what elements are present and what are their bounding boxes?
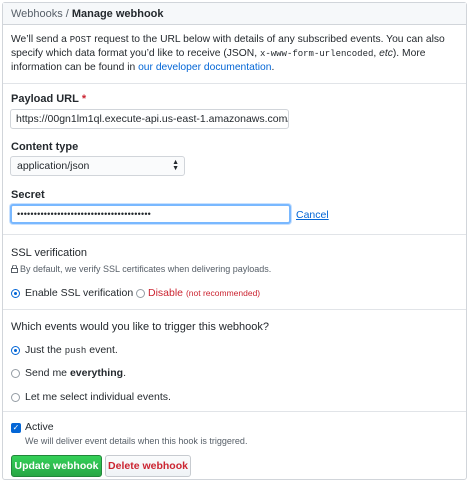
events-push-code: push <box>64 346 87 356</box>
events-everything-prefix: Send me <box>25 367 70 379</box>
ssl-enable-radio[interactable] <box>11 289 20 298</box>
breadcrumb-separator: / <box>65 8 69 20</box>
events-push-prefix: Just the <box>25 344 65 356</box>
section-divider <box>3 234 466 235</box>
ssl-disable-label: Disable <box>148 287 184 299</box>
section-divider <box>3 309 466 310</box>
events-individual-radio[interactable] <box>11 393 20 402</box>
payload-url-label: Payload URL * <box>11 93 86 105</box>
content-type-label: Content type <box>11 141 79 153</box>
section-divider <box>3 83 466 84</box>
checkmark-icon: ✓ <box>12 423 20 432</box>
events-everything-radio[interactable] <box>11 369 20 378</box>
payload-url-input[interactable]: https://00gn1lm1ql.execute-api.us-east-1… <box>10 109 289 129</box>
events-push-label[interactable]: Just the push event. <box>25 344 118 356</box>
select-arrows-icon: ▲ ▼ <box>172 159 179 172</box>
active-label[interactable]: Active <box>25 421 54 433</box>
intro-text: We’ll send a POST request to the URL bel… <box>11 33 459 75</box>
active-description: We will deliver event details when this … <box>25 436 248 446</box>
secret-input[interactable]: •••••••••••••••••••••••••••••••••••••••• <box>10 204 291 224</box>
ssl-description: By default, we verify SSL certificates w… <box>11 264 271 274</box>
ssl-disable-note: (not recommended) <box>185 288 261 298</box>
ssl-verification-title: SSL verification <box>11 247 88 259</box>
breadcrumb-webhooks-link[interactable]: Webhooks <box>11 8 63 20</box>
active-checkbox[interactable]: ✓ <box>11 423 21 433</box>
intro-code-form: x-www-form-urlencoded <box>259 49 374 59</box>
required-marker: * <box>81 93 87 105</box>
secret-cancel-link[interactable]: Cancel <box>296 209 329 221</box>
delete-webhook-button[interactable]: Delete webhook <box>105 455 191 477</box>
intro-text-part: . <box>271 62 275 73</box>
events-everything-bold: everything <box>69 367 124 379</box>
update-webhook-button[interactable]: Update webhook <box>11 455 102 477</box>
ssl-description-text: By default, we verify SSL certificates w… <box>20 264 272 274</box>
ssl-enable-label[interactable]: Enable SSL verification <box>25 287 133 299</box>
events-everything-suffix: . <box>123 367 126 379</box>
intro-text-part: We’ll send a <box>11 34 70 45</box>
events-individual-label[interactable]: Let me select individual events. <box>25 391 171 403</box>
content-type-selected-value: application/json <box>17 160 90 172</box>
secret-label: Secret <box>11 189 45 201</box>
section-divider <box>3 411 466 412</box>
ssl-disable-option[interactable]: Disable (not recommended) <box>148 287 260 299</box>
ssl-disable-radio[interactable] <box>136 289 145 298</box>
events-question: Which events would you like to trigger t… <box>11 321 270 333</box>
intro-code-post: POST <box>69 35 92 45</box>
webhook-settings-panel: Webhooks / Manage webhook We’ll send a POS… <box>2 2 467 480</box>
page-title: Manage webhook <box>71 8 164 20</box>
events-push-radio[interactable] <box>11 346 20 355</box>
payload-url-label-text: Payload URL <box>11 93 79 105</box>
events-everything-label[interactable]: Send me everything. <box>25 367 126 379</box>
breadcrumb: Webhooks / Manage webhook <box>3 3 466 25</box>
content-type-select[interactable]: application/json ▲ ▼ <box>10 156 185 176</box>
developer-documentation-link[interactable]: our developer documentation <box>138 62 271 73</box>
events-push-suffix: event. <box>86 344 118 356</box>
lock-icon <box>11 265 18 273</box>
intro-etc: etc <box>379 48 393 59</box>
